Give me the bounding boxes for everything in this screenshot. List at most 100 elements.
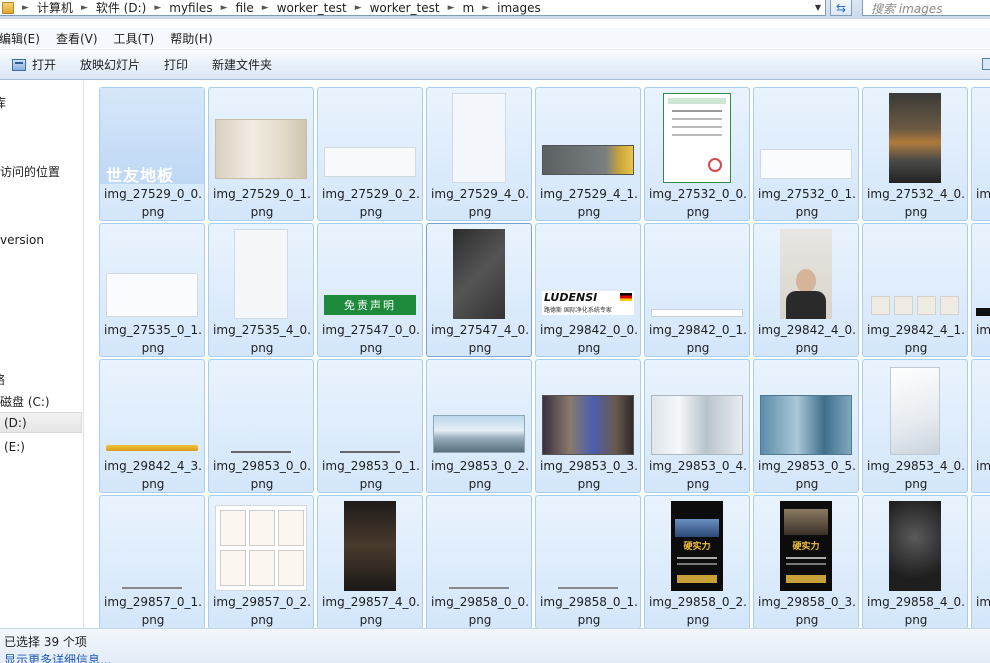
- image-thumbnail: [433, 227, 525, 319]
- image-thumbnail: [215, 91, 307, 183]
- file-name: img_27529_0_0. png: [104, 187, 202, 219]
- file-item[interactable]: img_29857_0_2. png: [208, 495, 314, 628]
- menu-tools[interactable]: 工具(T): [114, 30, 155, 47]
- file-name: img_27529_4_1. png: [540, 187, 638, 219]
- file-item[interactable]: 硬实力 img_29858_0_3. png: [753, 495, 859, 628]
- breadcrumb-worker-test-2[interactable]: worker_test: [370, 1, 440, 15]
- breadcrumb-worker-test[interactable]: worker_test: [277, 1, 347, 15]
- nav-item-recent-places[interactable]: 访问的位置: [0, 163, 60, 180]
- folder-icon: [2, 1, 14, 14]
- file-item[interactable]: img_27547_4_0. png: [426, 223, 532, 357]
- file-item[interactable]: img_29858_0_0. png: [426, 495, 532, 628]
- command-bar: 打开 放映幻灯片 打印 新建文件夹: [0, 49, 990, 80]
- image-thumbnail: [542, 363, 634, 455]
- file-name: img_27529_0_1. png: [213, 187, 311, 219]
- file-item[interactable]: img_29853_0_5. png: [753, 359, 859, 493]
- file-item[interactable]: img_29842_0_1. png: [644, 223, 750, 357]
- file-name: img_27529_0_2. png: [322, 187, 420, 219]
- file-item[interactable]: img_29858_0_1. png: [535, 495, 641, 628]
- breadcrumb-separator-icon[interactable]: ►: [221, 3, 228, 13]
- open-label: 打开: [32, 58, 57, 72]
- breadcrumb-separator-icon[interactable]: ►: [355, 3, 362, 13]
- image-thumbnail: [433, 499, 525, 591]
- breadcrumb-separator-icon: ►: [22, 2, 29, 13]
- file-name: img_27532_0_0. png: [649, 187, 747, 219]
- menu-help[interactable]: 帮助(H): [170, 30, 212, 47]
- new-folder-button[interactable]: 新建文件夹: [205, 54, 279, 76]
- search-input[interactable]: 搜索 images: [862, 0, 990, 16]
- breadcrumb-file[interactable]: file: [236, 1, 254, 15]
- file-item[interactable]: im: [971, 223, 990, 357]
- file-item[interactable]: img_29857_0_1. png: [99, 495, 205, 628]
- slideshow-button[interactable]: 放映幻灯片: [73, 54, 147, 76]
- address-bar-region: ► 计算机 ► 软件 (D:) ► myfiles ► file ► worke…: [0, 0, 990, 19]
- print-button[interactable]: 打印: [157, 54, 195, 76]
- file-name: img_27532_0_1. png: [758, 187, 856, 219]
- file-item[interactable]: img_27529_4_1. png: [535, 87, 641, 221]
- address-dropdown-icon[interactable]: ▼: [811, 0, 825, 15]
- file-item[interactable]: img_27532_0_1. png: [753, 87, 859, 221]
- file-name: img_27547_0_0. png: [322, 323, 420, 355]
- file-item[interactable]: img_27529_0_2. png: [317, 87, 423, 221]
- refresh-icon: ⇆: [835, 0, 847, 15]
- file-item[interactable]: img_27529_0_1. png: [208, 87, 314, 221]
- refresh-button[interactable]: ⇆: [830, 0, 852, 16]
- file-item[interactable]: img_27532_4_0. png: [862, 87, 968, 221]
- file-name: im: [976, 459, 990, 473]
- menu-view[interactable]: 查看(V): [56, 30, 98, 47]
- file-item[interactable]: img_29842_4_1. png: [862, 223, 968, 357]
- file-item[interactable]: img_29858_4_0. png: [862, 495, 968, 628]
- nav-item-libraries[interactable]: 库: [0, 94, 6, 111]
- file-item[interactable]: img_29853_0_1. png: [317, 359, 423, 493]
- file-item[interactable]: im: [971, 87, 990, 221]
- breadcrumb-myfiles[interactable]: myfiles: [169, 1, 212, 15]
- nav-item-disk-c[interactable]: 磁盘 (C:): [0, 393, 50, 410]
- nav-item-network[interactable]: 络: [0, 371, 5, 388]
- breadcrumb-images[interactable]: images: [497, 1, 541, 15]
- breadcrumb-separator-icon[interactable]: ►: [448, 3, 455, 13]
- nav-item-disk-e[interactable]: (E:): [4, 440, 25, 454]
- menu-edit[interactable]: 编辑(E): [0, 30, 40, 47]
- file-item[interactable]: img_29857_4_0. png: [317, 495, 423, 628]
- file-item[interactable]: 硬实力 img_29858_0_2. png: [644, 495, 750, 628]
- file-name: img_29857_0_2. png: [213, 595, 311, 627]
- file-item[interactable]: img_27529_4_0. png: [426, 87, 532, 221]
- file-item[interactable]: img_27532_0_0. png: [644, 87, 750, 221]
- image-thumbnail: [542, 499, 634, 591]
- file-item[interactable]: im: [971, 359, 990, 493]
- file-item[interactable]: 世友地板 img_27529_0_0. png: [99, 87, 205, 221]
- file-name: img_27532_4_0. png: [867, 187, 965, 219]
- nav-item-version[interactable]: version: [0, 233, 44, 247]
- file-item[interactable]: img_27535_4_0. png: [208, 223, 314, 357]
- breadcrumb-separator-icon[interactable]: ►: [482, 3, 489, 13]
- file-item[interactable]: im: [971, 495, 990, 628]
- breadcrumb-drive-d[interactable]: 软件 (D:): [96, 0, 146, 15]
- preview-pane-icon[interactable]: [982, 58, 990, 70]
- breadcrumb-separator-icon[interactable]: ►: [154, 3, 161, 13]
- file-list-view[interactable]: 世友地板 img_27529_0_0. png img_27529_0_1. p…: [85, 81, 990, 628]
- file-item[interactable]: img_29853_0_2. png: [426, 359, 532, 493]
- address-bar[interactable]: ► 计算机 ► 软件 (D:) ► myfiles ► file ► worke…: [0, 0, 826, 16]
- file-item[interactable]: img_29853_0_0. png: [208, 359, 314, 493]
- breadcrumb-m[interactable]: m: [463, 1, 475, 15]
- file-item[interactable]: img_29853_0_3. png: [535, 359, 641, 493]
- image-thumbnail: [324, 499, 416, 591]
- file-item[interactable]: img_27535_0_1. png: [99, 223, 205, 357]
- file-item[interactable]: LUDENSI 路德斯 国际净化系统专家 img_29842_0_0. png: [535, 223, 641, 357]
- open-button[interactable]: 打开: [5, 54, 63, 76]
- file-item[interactable]: 免责声明 img_27547_0_0. png: [317, 223, 423, 357]
- file-name: img_29853_4_0. png: [867, 459, 965, 491]
- show-details-link[interactable]: 显示更多详细信息...: [4, 651, 111, 663]
- file-item[interactable]: img_29842_4_3. png: [99, 359, 205, 493]
- breadcrumb-computer[interactable]: 计算机: [37, 0, 73, 15]
- file-item[interactable]: img_29842_4_0. png: [753, 223, 859, 357]
- breadcrumb-separator-icon[interactable]: ►: [81, 3, 88, 13]
- file-name: img_29857_0_1. png: [104, 595, 202, 627]
- file-item[interactable]: img_29853_4_0. png: [862, 359, 968, 493]
- nav-item-disk-d[interactable]: (D:): [0, 412, 82, 433]
- breadcrumb-separator-icon[interactable]: ►: [262, 3, 269, 13]
- search-placeholder: 搜索 images: [871, 2, 943, 16]
- file-name: img_29842_4_3. png: [104, 459, 202, 491]
- file-name: img_27535_4_0. png: [213, 323, 311, 355]
- file-item[interactable]: img_29853_0_4. png: [644, 359, 750, 493]
